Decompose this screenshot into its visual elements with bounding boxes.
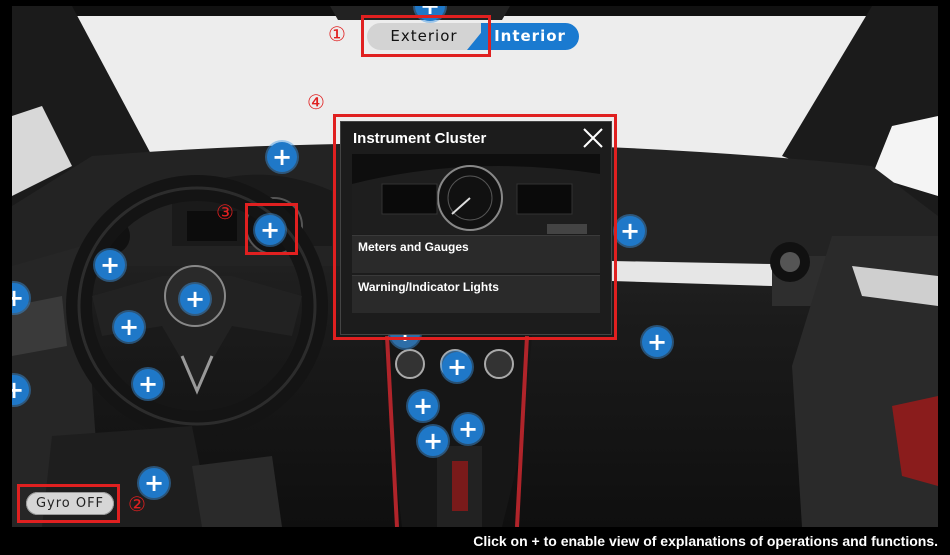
hotspot-button[interactable]: + — [418, 426, 448, 456]
hotspot-button[interactable]: + — [442, 352, 472, 382]
annotation-box-4 — [333, 114, 617, 340]
tab-interior[interactable]: Interior — [481, 23, 579, 50]
hotspot-button[interactable]: + — [267, 142, 297, 172]
hotspot-button[interactable]: + — [114, 312, 144, 342]
annotation-box-3 — [245, 203, 298, 255]
hotspot-button[interactable]: + — [453, 414, 483, 444]
annotation-number-4: ④ — [307, 90, 325, 114]
annotation-number-2: ② — [128, 492, 146, 516]
hotspot-button[interactable]: + — [95, 250, 125, 280]
tab-interior-label: Interior — [494, 27, 566, 45]
hotspot-button[interactable]: + — [642, 327, 672, 357]
hotspot-button[interactable]: + — [408, 391, 438, 421]
annotation-number-1: ① — [328, 22, 346, 46]
hotspot-button[interactable]: + — [133, 369, 163, 399]
annotation-number-3: ③ — [216, 200, 234, 224]
hotspot-button[interactable]: + — [180, 284, 210, 314]
hotspot-button[interactable]: + — [615, 216, 645, 246]
footer-instruction: Click on + to enable view of explanation… — [473, 533, 938, 549]
annotation-box-1 — [361, 15, 491, 57]
annotation-box-2 — [17, 484, 120, 523]
